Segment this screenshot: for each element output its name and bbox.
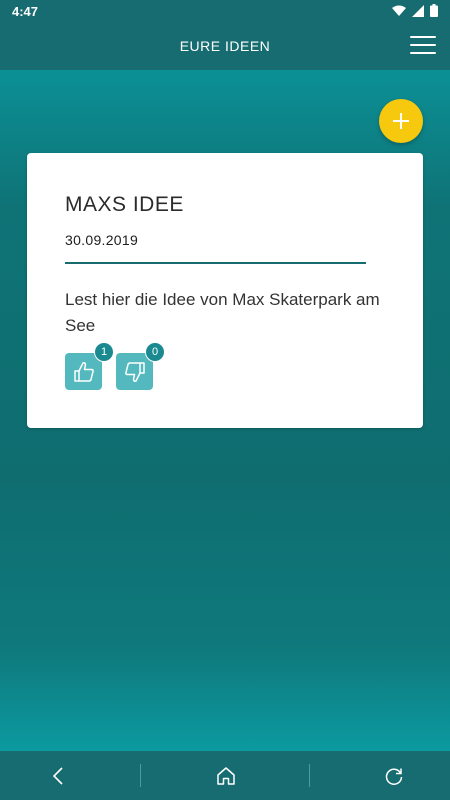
app-header: EURE IDEEN: [0, 24, 450, 70]
dislike-button[interactable]: 0: [116, 342, 165, 390]
idea-card[interactable]: MAXS IDEE 30.09.2019 Lest hier die Idee …: [27, 153, 423, 428]
dislike-count-badge: 0: [145, 342, 165, 362]
battery-icon: [430, 4, 438, 17]
home-icon: [217, 766, 235, 785]
idea-text: Lest hier die Idee von Max Skaterpark am…: [65, 290, 380, 335]
refresh-icon: [385, 768, 403, 785]
main-content: MAXS IDEE 30.09.2019 Lest hier die Idee …: [0, 70, 450, 751]
add-idea-button[interactable]: [379, 99, 423, 143]
like-button[interactable]: 1: [65, 342, 114, 390]
status-icons: [392, 4, 438, 17]
bottom-nav-bar: [0, 751, 450, 800]
thumbs-down-icon: [124, 361, 145, 382]
idea-date: 30.09.2019: [65, 232, 139, 248]
home-button[interactable]: [196, 751, 256, 800]
back-icon: [52, 766, 63, 785]
like-count-badge: 1: [94, 342, 114, 362]
wifi-icon: [392, 5, 406, 17]
page-title: EURE IDEEN: [179, 38, 271, 54]
nav-divider: [140, 764, 141, 787]
refresh-button[interactable]: [364, 751, 424, 800]
status-bar: 4:47: [0, 0, 450, 24]
signal-icon: [412, 4, 424, 17]
plus-icon: [393, 113, 409, 129]
hamburger-menu-icon[interactable]: [410, 36, 436, 58]
thumbs-up-icon: [73, 361, 94, 382]
back-button[interactable]: [28, 751, 88, 800]
idea-title: MAXS IDEE: [65, 193, 184, 216]
divider: [65, 262, 366, 264]
status-time: 4:47: [12, 4, 39, 19]
nav-divider: [309, 764, 310, 787]
